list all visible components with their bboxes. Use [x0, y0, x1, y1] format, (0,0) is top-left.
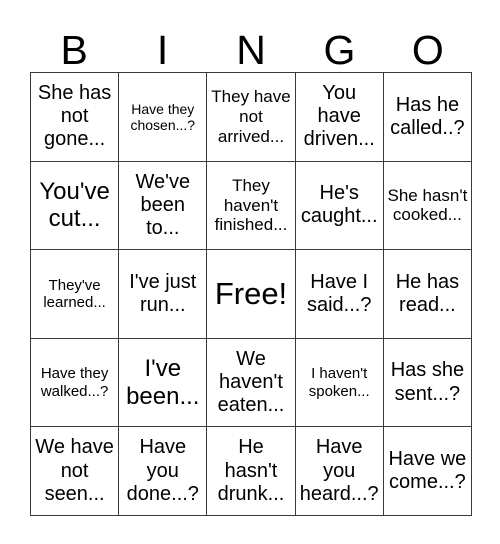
bingo-cell-r3c4[interactable]: Have I said...?	[295, 250, 384, 339]
bingo-cell-r1c1[interactable]: She has not gone...	[31, 73, 120, 162]
bingo-cell-r4c2[interactable]: I've been...	[119, 338, 208, 428]
bingo-cell-r2c2[interactable]: We've been to...	[119, 161, 208, 251]
bingo-free-space-label: Free!	[214, 276, 288, 312]
bingo-header-letter-b: B	[60, 27, 88, 73]
bingo-cell-text: I've been...	[126, 354, 200, 410]
bingo-cell-text: They haven't finished...	[214, 175, 288, 235]
bingo-cell-text: He has read...	[395, 270, 460, 316]
bingo-cell-text: You have driven...	[303, 82, 375, 151]
bingo-cell-r3c2[interactable]: I've just run...	[119, 250, 208, 339]
bingo-cell-text: They have not arrived...	[211, 87, 291, 146]
bingo-cell-text: He's caught...	[300, 182, 378, 228]
bingo-cell-r1c2[interactable]: Have they chosen...?	[119, 73, 208, 162]
bingo-cell-r4c4[interactable]: I haven't spoken...	[295, 338, 384, 428]
bingo-cell-text: Have they walked...?	[40, 365, 109, 400]
bingo-cell-r5c5[interactable]: Have we come...?	[383, 427, 472, 516]
bingo-cell-r5c3[interactable]: He hasn't drunk...	[207, 427, 296, 516]
bingo-cell-text: Have we come...?	[388, 448, 467, 494]
bingo-cell-r3c1[interactable]: They've learned...	[31, 250, 120, 339]
bingo-header-letter-n: N	[236, 27, 266, 73]
bingo-cell-text: They've learned...	[43, 276, 106, 311]
bingo-header-letter-g: G	[323, 27, 356, 73]
bingo-cell-r4c3[interactable]: We haven't eaten...	[207, 338, 296, 428]
bingo-cell-r5c1[interactable]: We have not seen...	[31, 427, 120, 516]
bingo-cell-r3c5[interactable]: He has read...	[383, 250, 472, 339]
bingo-cell-r4c1[interactable]: Have they walked...?	[31, 338, 120, 428]
bingo-cell-free-space[interactable]: Free!	[207, 250, 296, 339]
bingo-cell-r2c3[interactable]: They haven't finished...	[207, 161, 296, 251]
bingo-cell-r1c5[interactable]: Has he called..?	[383, 73, 472, 162]
bingo-cell-r2c4[interactable]: He's caught...	[295, 161, 384, 251]
bingo-cell-text: Has he called..?	[390, 93, 465, 139]
bingo-cell-text: He hasn't drunk...	[217, 436, 285, 505]
bingo-cell-r5c4[interactable]: Have you heard...?	[295, 427, 384, 516]
bingo-cell-text: Have you heard...?	[299, 436, 379, 505]
bingo-cell-text: We have not seen...	[35, 436, 114, 505]
bingo-cell-r2c1[interactable]: You've cut...	[31, 161, 120, 251]
bingo-cell-r1c4[interactable]: You have driven...	[295, 73, 384, 162]
bingo-cell-text: Has she sent...?	[390, 359, 465, 405]
bingo-cell-text: You've cut...	[39, 177, 110, 233]
bingo-cell-text: Have they chosen...?	[130, 100, 196, 133]
bingo-cell-text: She hasn't cooked...	[387, 185, 468, 225]
bingo-cell-text: Have you done...?	[126, 436, 199, 505]
bingo-cell-r1c3[interactable]: They have not arrived...	[207, 73, 296, 162]
bingo-cell-text: I've just run...	[129, 270, 197, 316]
bingo-grid: She has not gone... Have they chosen...?…	[30, 72, 472, 516]
bingo-cell-r2c5[interactable]: She hasn't cooked...	[383, 161, 472, 251]
bingo-cell-text: She has not gone...	[37, 82, 112, 151]
bingo-header-letter-o: O	[411, 27, 444, 73]
bingo-cell-text: Have I said...?	[306, 270, 372, 316]
bingo-cell-text: We haven't eaten...	[217, 347, 285, 417]
bingo-cell-r5c2[interactable]: Have you done...?	[119, 427, 208, 516]
bingo-cell-text: We've been to...	[135, 170, 191, 239]
bingo-cell-text: I haven't spoken...	[308, 365, 370, 400]
bingo-cell-r4c5[interactable]: Has she sent...?	[383, 338, 472, 428]
bingo-header: B I N G O	[30, 18, 472, 72]
bingo-card: B I N G O She has not gone... Have they …	[0, 0, 500, 544]
bingo-header-letter-i: I	[156, 27, 169, 73]
